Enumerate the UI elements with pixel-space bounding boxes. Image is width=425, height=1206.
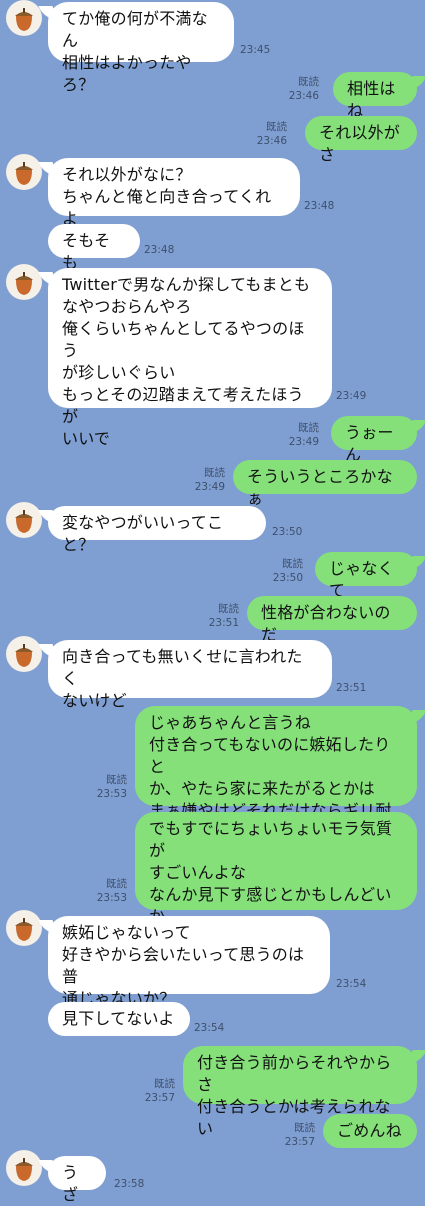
timestamp: 23:49 (336, 390, 367, 402)
read-receipt: 既読 (106, 878, 127, 890)
message-bubble[interactable]: 相性はね (333, 72, 417, 120)
message-bubble[interactable]: そういうところかなぁ (233, 460, 417, 508)
message-bubble[interactable]: うぉーん (331, 416, 417, 464)
timestamp: 23:53 (96, 788, 127, 800)
timestamp: 23:50 (272, 572, 303, 584)
read-receipt: 既読 (218, 603, 239, 615)
timestamp: 23:51 (208, 617, 239, 629)
message-bubble[interactable]: それ以外がさ (305, 116, 417, 164)
timestamp: 23:50 (272, 526, 303, 538)
read-receipt: 既読 (106, 774, 127, 786)
message-bubble[interactable]: てか俺の何が不満なん 相性はよかったやろ？ (48, 2, 234, 94)
message-bubble[interactable]: じゃなくて (315, 552, 417, 600)
timestamp: 23:54 (336, 978, 367, 990)
acorn-avatar-icon[interactable] (6, 636, 42, 672)
timestamp: 23:49 (288, 436, 319, 448)
message-bubble[interactable]: そもそも (48, 224, 140, 272)
timestamp: 23:49 (194, 481, 225, 493)
message-bubble[interactable]: でもすでにちょいちょいモラ気質が すごいんよな なんか見下す感じとかもしんどいか… (135, 812, 417, 948)
chat-log: てか俺の何が不満なん 相性はよかったやろ？ 23:45 既読 23:46 相性は… (0, 0, 425, 1204)
message-bubble[interactable]: 性格が合わないのだ (247, 596, 417, 644)
timestamp: 23:58 (114, 1178, 145, 1190)
timestamp: 23:45 (240, 44, 271, 56)
read-receipt: 既読 (298, 76, 319, 88)
message-bubble[interactable]: 向き合っても無いくせに言われたく ないけど (48, 640, 332, 710)
message-bubble[interactable]: 嫉妬じゃないって 好きやから会いたいって思うのは普 通じゃないか？ (48, 916, 330, 1008)
read-receipt: 既読 (298, 422, 319, 434)
read-receipt: 既読 (154, 1078, 175, 1090)
read-receipt: 既読 (266, 121, 287, 133)
message-bubble[interactable]: 付き合う前からそれやからさ 付き合うとかは考えられない (183, 1046, 417, 1138)
message-bubble[interactable]: ごめんね (323, 1114, 417, 1148)
acorn-avatar-icon[interactable] (6, 0, 42, 36)
timestamp: 23:48 (144, 244, 175, 256)
timestamp: 23:53 (96, 892, 127, 904)
message-bubble[interactable]: 変なやつがいいってこと？ (48, 506, 266, 554)
read-receipt: 既読 (294, 1122, 315, 1134)
timestamp: 23:48 (304, 200, 335, 212)
acorn-avatar-icon[interactable] (6, 502, 42, 538)
timestamp: 23:46 (256, 135, 287, 147)
timestamp: 23:46 (288, 90, 319, 102)
timestamp: 23:51 (336, 682, 367, 694)
read-receipt: 既読 (282, 558, 303, 570)
message-bubble[interactable]: Twitterで男なんか探してもまとも なやつおらんやろ 俺くらいちゃんとしてる… (48, 268, 332, 448)
acorn-avatar-icon[interactable] (6, 154, 42, 190)
timestamp: 23:57 (284, 1136, 315, 1148)
message-bubble[interactable]: じゃあちゃんと言うね 付き合ってもないのに嫉妬したりと か、やたら家に来たがると… (135, 706, 417, 842)
acorn-avatar-icon[interactable] (6, 910, 42, 946)
acorn-avatar-icon[interactable] (6, 1150, 42, 1186)
message-bubble[interactable]: それ以外がなに？ ちゃんと俺と向き合ってくれよ (48, 158, 300, 228)
message-bubble[interactable]: うざ (48, 1156, 106, 1204)
timestamp: 23:54 (194, 1022, 225, 1034)
message-bubble[interactable]: 見下してないよ (48, 1002, 190, 1036)
read-receipt: 既読 (204, 467, 225, 479)
acorn-avatar-icon[interactable] (6, 264, 42, 300)
timestamp: 23:57 (144, 1092, 175, 1104)
